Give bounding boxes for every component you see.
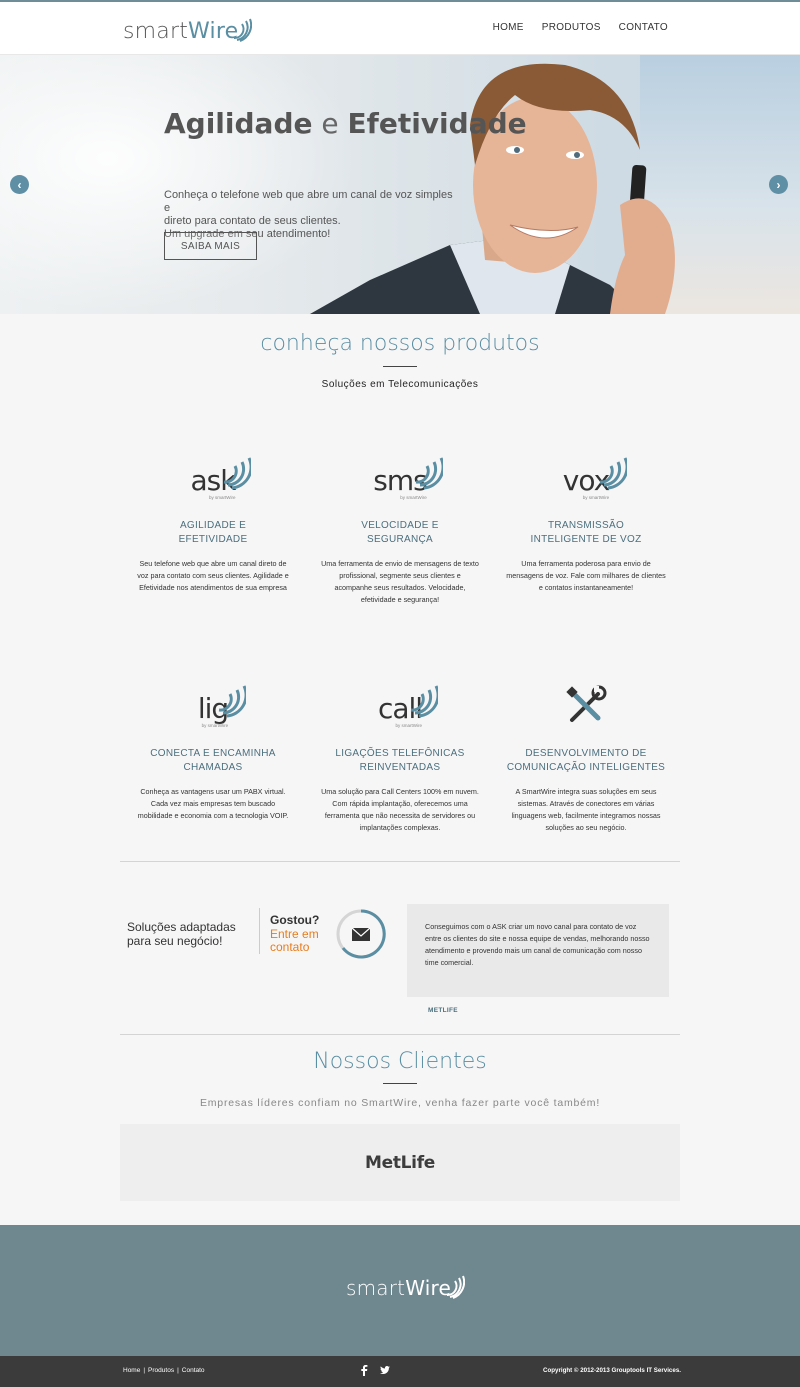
hero-man-on-phone-image (310, 63, 675, 314)
title-divider (383, 1083, 417, 1084)
hero-title-conj: e (312, 107, 348, 140)
vox-logo: vox by smartWire (563, 457, 627, 500)
logo-text-prefix: smart (123, 18, 189, 44)
footer-link-home[interactable]: Home (123, 1367, 140, 1374)
facebook-icon[interactable] (359, 1364, 369, 1376)
footer-link-produtos[interactable]: Produtos (148, 1367, 174, 1374)
product-card-lig[interactable]: lig by smartWire CONECTA E ENCAMINHA CHAM… (133, 670, 293, 822)
products-section-title: conheça nossos produtos (260, 331, 540, 356)
lig-logo: lig by smartWire (198, 685, 246, 728)
product-card-vox[interactable]: vox by smartWire TRANSMISSÃO INTELIGENTE … (506, 442, 666, 594)
signal-arcs-icon (410, 685, 438, 718)
hero-slider: Agilidade e Efetividade Conheça o telefo… (0, 55, 800, 314)
clients-logo-carousel: MetLife (120, 1124, 680, 1201)
product-card-call[interactable]: call by smartWire LIGAÇÕES TELEFÔNICAS RE… (320, 670, 480, 834)
solutions-tagline: Soluções adaptadas para seu negócio! (127, 920, 236, 948)
nav-home[interactable]: HOME (493, 22, 524, 33)
twitter-icon[interactable] (379, 1364, 391, 1376)
hero-title-part2: Efetividade (347, 107, 527, 140)
clients-subtitle: Empresas líderes confiam no SmartWire, v… (199, 1097, 601, 1109)
footer-link-contato[interactable]: Contato (182, 1367, 205, 1374)
section-divider (120, 861, 680, 862)
header: smartWire HOME PRODUTOS CONTATO (0, 2, 800, 55)
testimonial-author: METLIFE (428, 1007, 458, 1014)
chevron-right-icon: › (776, 177, 781, 192)
product-card-development[interactable]: DESENVOLVIMENTO DE COMUNICAÇÃO INTELIGENT… (506, 670, 666, 834)
tools-icon (566, 685, 607, 722)
social-links (359, 1364, 391, 1376)
product-name: DESENVOLVIMENTO DE COMUNICAÇÃO INTELIGENT… (506, 748, 666, 773)
signal-arcs-icon (446, 1275, 466, 1299)
hero-text-line: direto para contato de seus clientes. (164, 215, 341, 227)
contact-envelope-button[interactable] (335, 908, 387, 960)
signal-arcs-icon (223, 457, 251, 490)
product-card-ask[interactable]: ask by smartWire AGILIDADE E EFETIVIDADE … (133, 442, 293, 594)
product-name: CONECTA E ENCAMINHA CHAMADAS (150, 748, 276, 773)
sms-logo: sms by smartWire (373, 457, 444, 500)
call-logo: call by smartWire (378, 685, 438, 728)
signal-arcs-icon (234, 18, 253, 42)
contact-link[interactable]: Entre em contato (270, 928, 319, 954)
footer-logo[interactable]: smartWire (346, 1275, 466, 1300)
signal-arcs-icon (416, 457, 444, 490)
product-description: Uma ferramenta poderosa para envio de me… (506, 559, 666, 592)
signal-arcs-icon (599, 457, 627, 490)
section-divider (120, 1034, 680, 1035)
hero-title: Agilidade e Efetividade (164, 107, 527, 140)
product-name: LIGAÇÕES TELEFÔNICAS REINVENTADAS (335, 748, 465, 773)
footer-links: Home | Produtos | Contato (123, 1367, 205, 1374)
saiba-mais-button[interactable]: SAIBA MAIS (164, 232, 257, 260)
hero-title-part1: Agilidade (164, 107, 313, 140)
clients-section-title: Nossos Clientes (313, 1049, 487, 1074)
product-name: TRANSMISSÃO INTELIGENTE DE VOZ (530, 520, 642, 545)
product-card-sms[interactable]: sms by smartWire VELOCIDADE E SEGURANÇA U… (320, 442, 480, 606)
copyright-text: Copyright © 2012-2013 Grouptools IT Serv… (543, 1367, 681, 1374)
envelope-icon (351, 927, 371, 941)
product-description: A SmartWire integra suas soluções em seu… (511, 787, 661, 832)
product-description: Uma ferramenta de envio de mensagens de … (321, 559, 479, 604)
logo-text-suffix: Wire (188, 18, 239, 44)
metlife-logo[interactable]: MetLife (365, 1153, 435, 1173)
slider-next-button[interactable]: › (769, 175, 788, 194)
title-divider (383, 366, 417, 367)
signal-arcs-icon (218, 685, 246, 718)
testimonial-quote: Conseguimos com o ASK criar um novo cana… (407, 904, 669, 997)
gostou-label: Gostou? (270, 913, 320, 927)
main-nav: HOME PRODUTOS CONTATO (493, 22, 668, 33)
site-logo[interactable]: smartWire (123, 16, 253, 46)
product-description: Uma solução para Call Centers 100% em nu… (321, 787, 479, 832)
bottom-bar: Home | Produtos | Contato Copyright © 2012-2… (0, 1356, 800, 1387)
nav-contato[interactable]: CONTATO (619, 22, 668, 33)
product-name: VELOCIDADE E SEGURANÇA (361, 520, 439, 545)
hero-text-line: Conheça o telefone web que abre um canal… (164, 189, 453, 214)
vertical-divider (259, 908, 260, 954)
product-description: Conheça as vantagens usar um PABX virtua… (137, 787, 289, 820)
footer: smartWire (0, 1225, 800, 1356)
slider-prev-button[interactable]: ‹ (10, 175, 29, 194)
chevron-left-icon: ‹ (17, 177, 22, 192)
ask-logo: ask by smartWire (191, 457, 251, 500)
nav-produtos[interactable]: PRODUTOS (542, 22, 601, 33)
product-description: Seu telefone web que abre um canal diret… (137, 559, 289, 592)
products-section-subtitle: Soluções em Telecomunicações (321, 379, 479, 390)
product-name: AGILIDADE E EFETIVIDADE (178, 520, 248, 545)
